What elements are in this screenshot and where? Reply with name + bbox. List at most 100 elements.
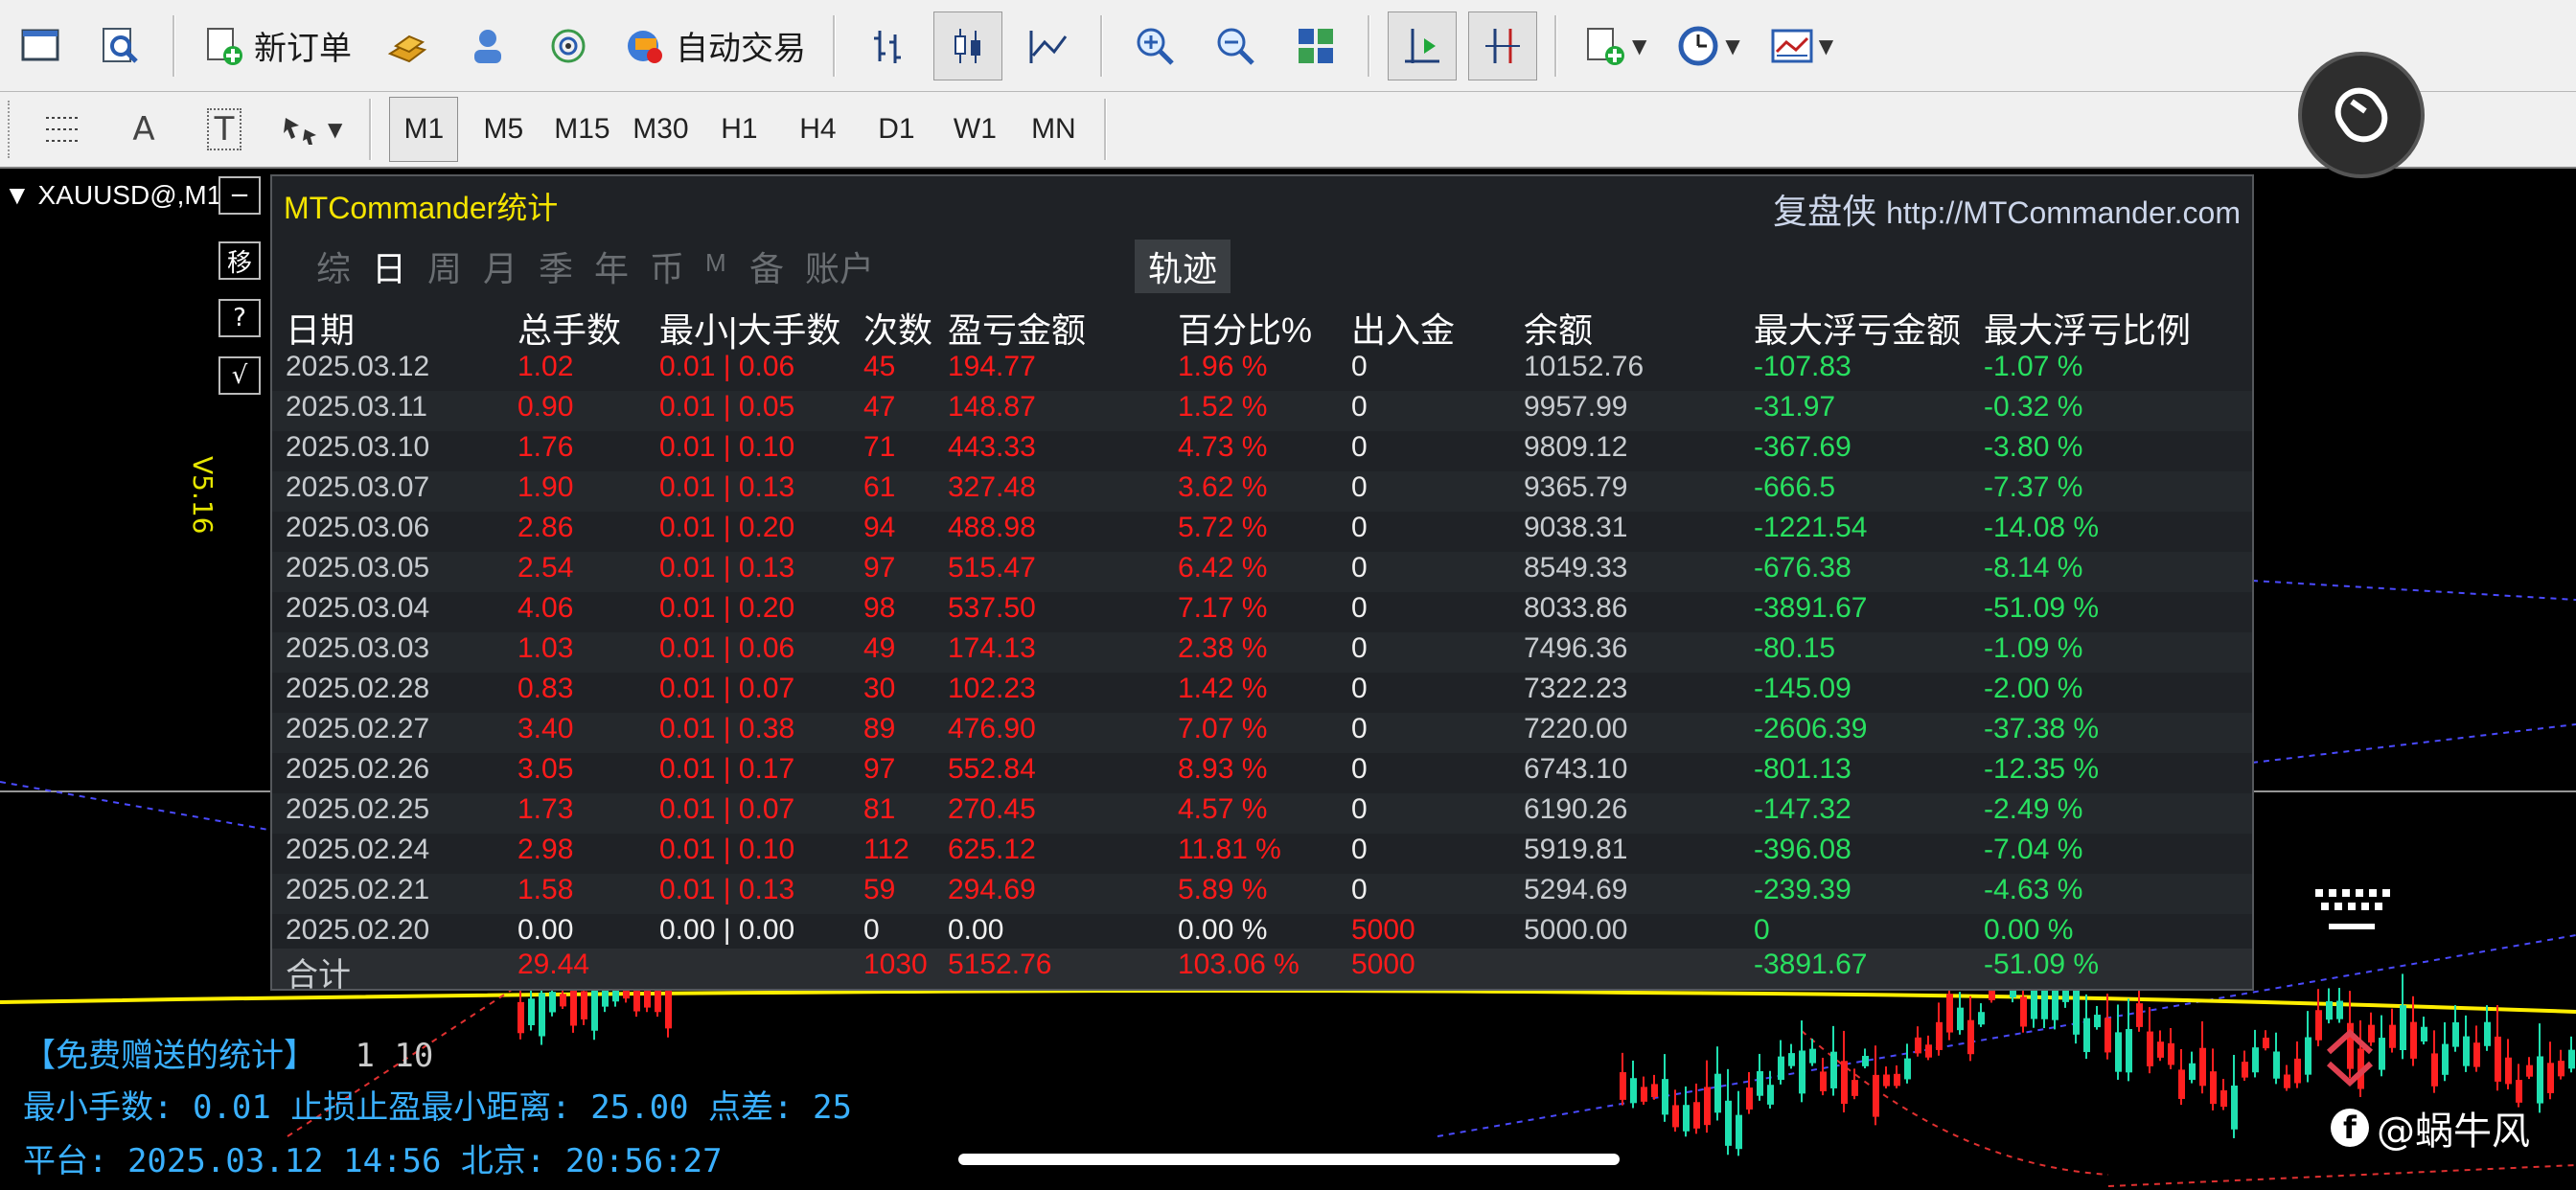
total-percent: 103.06 %: [1178, 949, 1300, 980]
track-button[interactable]: 轨迹: [1135, 240, 1231, 293]
timeframe-h4[interactable]: H4: [784, 98, 851, 161]
column-header[interactable]: 最小|大手数: [659, 303, 840, 353]
brand-url[interactable]: http://MTCommander.com: [1886, 195, 2241, 230]
table-row[interactable]: 2025.03.04 4.06 0.01 | 0.20 98 537.50 7.17 % 0…: [272, 592, 2252, 632]
search-button[interactable]: [86, 11, 155, 80]
panel-tab-6[interactable]: 币: [650, 241, 705, 291]
table-cell: 102.23: [948, 673, 1036, 704]
panel-tab-2[interactable]: 周: [427, 241, 483, 291]
chart-shift-button[interactable]: [1468, 11, 1537, 80]
new-order-button[interactable]: 新订单: [193, 11, 361, 80]
table-cell: 4.06: [518, 592, 574, 624]
column-header[interactable]: 余额: [1524, 303, 1593, 353]
auto-trading-button[interactable]: 自动交易: [614, 11, 816, 80]
candle-body: [2126, 1029, 2132, 1073]
new-order-icon: [207, 27, 242, 65]
candle-body: [2452, 1021, 2459, 1047]
table-row[interactable]: 2025.02.21 1.58 0.01 | 0.13 59 294.69 5.89 % 0…: [272, 874, 2252, 914]
table-row[interactable]: 2025.03.03 1.03 0.01 | 0.06 49 174.13 2.38 % 0…: [272, 632, 2252, 673]
signals-button[interactable]: [534, 11, 603, 80]
panel-tab-4[interactable]: 季: [539, 241, 594, 291]
auto-scroll-button[interactable]: [1388, 11, 1457, 80]
table-cell: -37.38 %: [1984, 713, 2100, 744]
panel-tab-9[interactable]: 账户: [805, 241, 930, 291]
table-row[interactable]: 2025.02.26 3.05 0.01 | 0.17 97 552.84 8.93 % 0…: [272, 753, 2252, 793]
keyboard-icon[interactable]: [2312, 885, 2392, 937]
table-row[interactable]: 2025.03.07 1.90 0.01 | 0.13 61 327.48 3.62 % 0…: [272, 471, 2252, 512]
chevron-updown-icon[interactable]: [2323, 1027, 2377, 1088]
candle-body: [2242, 1062, 2248, 1078]
candle-body: [2473, 1042, 2480, 1067]
column-header[interactable]: 日期: [286, 303, 355, 353]
table-cell: 2025.02.27: [286, 713, 430, 744]
candle-body: [1820, 1071, 1827, 1091]
timeframe-m1[interactable]: M1: [389, 97, 459, 162]
table-row[interactable]: 2025.02.25 1.73 0.01 | 0.07 81 270.45 4.57 % 0…: [272, 793, 2252, 834]
table-cell: 327.48: [948, 471, 1036, 503]
table-row[interactable]: 2025.02.27 3.40 0.01 | 0.38 89 476.90 7.07 % 0…: [272, 713, 2252, 753]
confirm-button[interactable]: √: [218, 356, 261, 395]
home-indicator[interactable]: [958, 1154, 1620, 1165]
panel-tab-1[interactable]: 日: [372, 241, 427, 291]
table-row[interactable]: 2025.03.06 2.86 0.01 | 0.20 94 488.98 5.72 % 0…: [272, 512, 2252, 552]
candlestick-button[interactable]: [933, 11, 1002, 80]
bar-chart-button[interactable]: [853, 11, 922, 80]
candle-body: [1620, 1072, 1626, 1100]
tile-windows-button[interactable]: [1281, 11, 1350, 80]
table-row[interactable]: 2025.03.11 0.90 0.01 | 0.05 47 148.87 1.52 % 0…: [272, 391, 2252, 431]
column-header[interactable]: 出入金: [1351, 303, 1455, 353]
table-row[interactable]: 2025.03.12 1.02 0.01 | 0.06 45 194.77 1.96 % 0…: [272, 351, 2252, 391]
column-header[interactable]: 盈亏金额: [948, 303, 1086, 353]
move-panel-button[interactable]: 移: [218, 241, 261, 280]
navigator-button[interactable]: [453, 11, 522, 80]
assistive-touch-button[interactable]: [2298, 52, 2425, 178]
column-header[interactable]: 百分比%: [1178, 303, 1312, 353]
table-cell: 5.89 %: [1178, 874, 1268, 905]
text-label-tool-button[interactable]: T: [190, 95, 259, 164]
drawing-toolbar: A T ▼ M1 M5 M15 M30 H1 H4 D1 W1 MN: [0, 92, 2576, 169]
info-line-2: 最小手数: 0.01 止损止盈最小距离: 25.00 点差: 25: [23, 1088, 852, 1127]
timeframe-w1[interactable]: W1: [941, 98, 1008, 161]
table-cell: 2025.02.25: [286, 793, 430, 825]
table-cell: 2025.03.11: [286, 391, 427, 423]
timeframe-d1[interactable]: D1: [862, 98, 930, 161]
panel-tab-8[interactable]: 备: [749, 241, 805, 291]
templates-button[interactable]: ▼: [1761, 11, 1843, 80]
table-cell: 443.33: [948, 431, 1036, 463]
candle-body: [2305, 1037, 2312, 1075]
panel-tab-3[interactable]: 月: [483, 241, 539, 291]
zoom-out-button[interactable]: [1201, 11, 1270, 80]
timeframe-m30[interactable]: M30: [627, 98, 694, 161]
candle-body: [570, 990, 577, 1026]
column-header[interactable]: 最大浮亏比例: [1984, 303, 2191, 353]
zoom-in-button[interactable]: [1120, 11, 1189, 80]
panel-tab-7[interactable]: M: [705, 241, 749, 291]
table-row[interactable]: 2025.03.10 1.76 0.01 | 0.10 71 443.33 4.73 % 0…: [272, 431, 2252, 471]
table-cell: 148.87: [948, 391, 1036, 423]
market-watch-button[interactable]: [373, 11, 442, 80]
panel-tab-5[interactable]: 年: [594, 241, 650, 291]
indicators-button[interactable]: ▼: [1575, 11, 1656, 80]
periods-button[interactable]: ▼: [1668, 11, 1749, 80]
table-row[interactable]: 2025.03.05 2.54 0.01 | 0.13 97 515.47 6.42 % 0…: [272, 552, 2252, 592]
column-header[interactable]: 次数: [863, 303, 932, 353]
table-row[interactable]: 2025.02.24 2.98 0.01 | 0.10 112 625.12 11.81 …: [272, 834, 2252, 874]
help-button[interactable]: ?: [218, 299, 261, 337]
arrows-tool-button[interactable]: ▼: [270, 95, 352, 164]
panel-tab-0[interactable]: 综: [316, 241, 372, 291]
timeframe-h1[interactable]: H1: [705, 98, 772, 161]
column-header[interactable]: 最大浮亏金额: [1754, 303, 1961, 353]
minimize-panel-button[interactable]: −: [218, 176, 261, 215]
zoom-window-button[interactable]: [6, 11, 75, 80]
table-row[interactable]: 2025.02.28 0.83 0.01 | 0.07 30 102.23 1.42 % 0…: [272, 673, 2252, 713]
fibonacci-button[interactable]: [29, 95, 98, 164]
table-cell: 0.01 | 0.07: [659, 793, 795, 825]
column-header[interactable]: 总手数: [518, 303, 621, 353]
timeframe-m15[interactable]: M15: [548, 98, 615, 161]
line-chart-button[interactable]: [1014, 11, 1083, 80]
table-cell: 0: [1351, 592, 1368, 624]
timeframe-m5[interactable]: M5: [470, 98, 537, 161]
timeframe-mn[interactable]: MN: [1020, 98, 1087, 161]
text-tool-button[interactable]: A: [109, 95, 178, 164]
toolbar-grip[interactable]: [8, 101, 15, 158]
